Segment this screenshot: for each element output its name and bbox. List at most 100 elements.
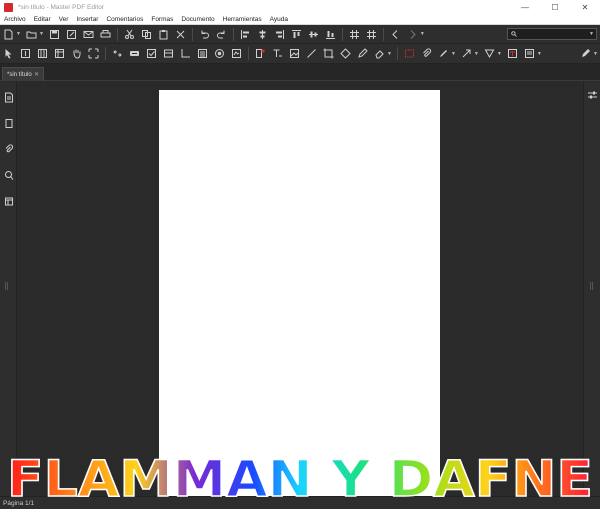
bookmarks-panel-icon[interactable]: [0, 112, 17, 134]
menu-insertar[interactable]: Insertar: [72, 16, 102, 23]
email-icon[interactable]: [82, 28, 95, 41]
arrow-annotation-icon[interactable]: [460, 47, 473, 60]
menu-herramientas[interactable]: Herramientas: [219, 16, 266, 23]
image-field-icon[interactable]: [162, 47, 175, 60]
next-page-icon[interactable]: [406, 28, 419, 41]
search-panel-icon[interactable]: [0, 164, 17, 186]
eraser-dropdown-icon[interactable]: ▼: [387, 51, 392, 57]
attachments-panel-icon[interactable]: [0, 138, 17, 160]
radio-field-icon[interactable]: [213, 47, 226, 60]
copy-icon[interactable]: [140, 28, 153, 41]
page-counter: Página 1/1: [3, 499, 35, 507]
table-select-icon[interactable]: [53, 47, 66, 60]
toolbar-separator: [396, 47, 398, 60]
navigation-dropdown-icon[interactable]: ▼: [420, 31, 425, 37]
measure-dropdown-icon[interactable]: ▼: [497, 51, 502, 57]
select-pointer-icon[interactable]: [2, 47, 15, 60]
checkbox-field-icon[interactable]: [145, 47, 158, 60]
line-tool-icon[interactable]: [305, 47, 318, 60]
search-dropdown-icon[interactable]: ▼: [589, 31, 594, 37]
left-panel-grip-icon[interactable]: [5, 282, 8, 290]
search-box: ▼: [507, 28, 597, 40]
align-right-icon[interactable]: [273, 28, 286, 41]
align-center-icon[interactable]: [256, 28, 269, 41]
open-folder-icon[interactable]: [25, 28, 38, 41]
search-input[interactable]: [519, 29, 590, 39]
app-logo-icon: [4, 2, 13, 12]
pdf-page[interactable]: [159, 90, 440, 496]
undo-icon[interactable]: [198, 28, 211, 41]
align-left-icon[interactable]: [239, 28, 252, 41]
measure-icon[interactable]: [483, 47, 496, 60]
open-dropdown-icon[interactable]: ▼: [39, 31, 44, 37]
previous-page-icon[interactable]: [389, 28, 402, 41]
document-tab[interactable]: *sin título ✕: [2, 67, 44, 81]
button-field-icon[interactable]: [128, 47, 141, 60]
highlight-dropdown-icon[interactable]: ▼: [451, 51, 456, 57]
maximize-button[interactable]: ☐: [540, 0, 570, 14]
close-button[interactable]: ✕: [570, 0, 600, 14]
link-icon[interactable]: [111, 47, 124, 60]
eraser-icon[interactable]: [373, 47, 386, 60]
document-tab-bar: *sin título ✕: [0, 64, 600, 81]
list-field-icon[interactable]: [196, 47, 209, 60]
attach-icon[interactable]: [420, 47, 433, 60]
column-select-icon[interactable]: [36, 47, 49, 60]
cut-icon[interactable]: [123, 28, 136, 41]
save-as-icon[interactable]: [65, 28, 78, 41]
grid-icon[interactable]: [348, 28, 361, 41]
pages-panel-icon[interactable]: [0, 86, 17, 108]
edit-text-icon[interactable]: [254, 47, 267, 60]
main-toolbar: ▼ ▼ ▼ ▼: [0, 25, 600, 44]
highlighter-pen-icon[interactable]: [579, 47, 592, 60]
note-icon[interactable]: [523, 47, 536, 60]
tools-toolbar: ▼ ▼ ▼ ▼ ▼ ▼: [0, 44, 600, 64]
layers-panel-icon[interactable]: [0, 190, 17, 212]
document-workspace[interactable]: [18, 82, 582, 496]
corner-field-icon[interactable]: [179, 47, 192, 60]
marquee-zoom-icon[interactable]: [87, 47, 100, 60]
menu-archivo[interactable]: Archivo: [0, 16, 30, 23]
pencil-icon[interactable]: [356, 47, 369, 60]
menu-editar[interactable]: Editar: [30, 16, 55, 23]
save-icon[interactable]: [48, 28, 61, 41]
arrow-dropdown-icon[interactable]: ▼: [474, 51, 479, 57]
align-bottom-icon[interactable]: [324, 28, 337, 41]
hand-tool-icon[interactable]: [70, 47, 83, 60]
menu-formas[interactable]: Formas: [147, 16, 177, 23]
new-dropdown-icon[interactable]: ▼: [16, 31, 21, 37]
align-middle-icon[interactable]: [307, 28, 320, 41]
minimize-button[interactable]: —: [510, 0, 540, 14]
right-sidebar: [583, 82, 600, 496]
menu-documento[interactable]: Documento: [177, 16, 218, 23]
window-title: *sin título - Master PDF Editor: [18, 3, 104, 11]
document-tab-label: *sin título: [7, 71, 32, 78]
highlighter-dropdown-icon[interactable]: ▼: [593, 51, 598, 57]
add-image-icon[interactable]: [288, 47, 301, 60]
right-panel-grip-icon[interactable]: [590, 282, 593, 290]
close-tab-icon[interactable]: ✕: [34, 71, 39, 78]
add-text-icon[interactable]: [271, 47, 284, 60]
print-icon[interactable]: [99, 28, 112, 41]
signature-field-icon[interactable]: [230, 47, 243, 60]
menu-ver[interactable]: Ver: [55, 16, 73, 23]
new-document-icon[interactable]: [2, 28, 15, 41]
stamp-icon[interactable]: [506, 47, 519, 60]
menu-comentarios[interactable]: Comentarios: [102, 16, 147, 23]
snap-grid-icon[interactable]: [365, 28, 378, 41]
highlight-icon[interactable]: [437, 47, 450, 60]
paste-icon[interactable]: [157, 28, 170, 41]
toolbar-separator: [105, 47, 106, 60]
shape-tool-icon[interactable]: [339, 47, 352, 60]
crop-tool-icon[interactable]: [322, 47, 335, 60]
redaction-icon[interactable]: [403, 47, 416, 60]
redo-icon[interactable]: [215, 28, 228, 41]
text-select-icon[interactable]: [19, 47, 32, 60]
note-dropdown-icon[interactable]: ▼: [537, 51, 542, 57]
align-top-icon[interactable]: [290, 28, 303, 41]
menu-ayuda[interactable]: Ayuda: [266, 16, 292, 23]
menu-bar: Archivo Editar Ver Insertar Comentarios …: [0, 14, 600, 25]
properties-panel-icon[interactable]: [584, 85, 600, 105]
window-controls: — ☐ ✕: [510, 0, 600, 14]
delete-icon[interactable]: [174, 28, 187, 41]
